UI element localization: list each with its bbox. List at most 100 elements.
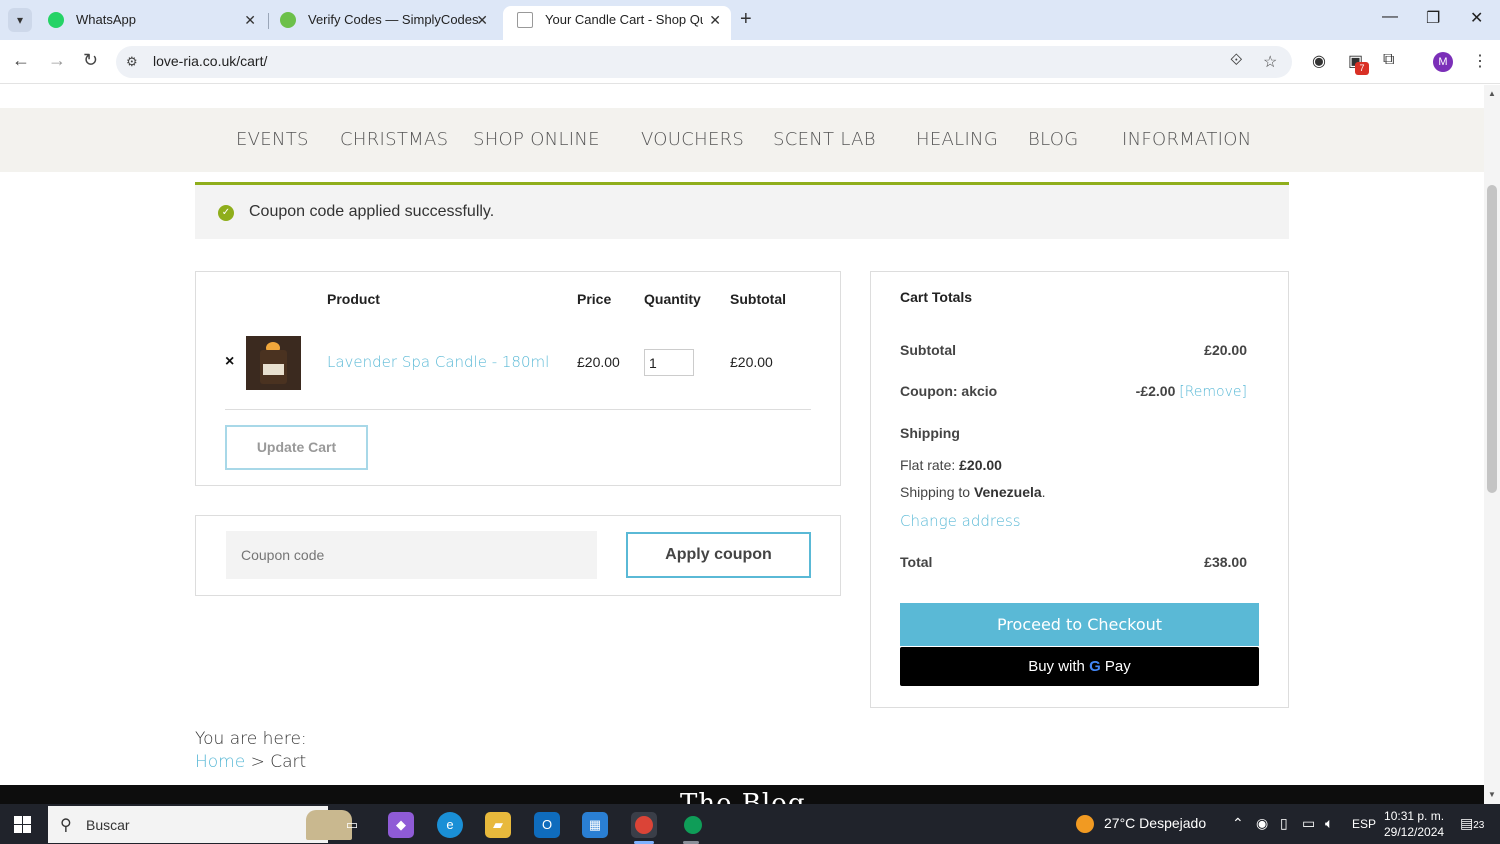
nav-vouchers[interactable]: VOUCHERS	[641, 129, 744, 150]
nav-scent-lab[interactable]: SCENT LAB	[773, 129, 876, 150]
chrome-profile-v-icon[interactable]	[680, 812, 706, 838]
windows-taskbar: ⚲ Buscar ▭ ◆ e ▰ O ▦ 27°C Despejado ⌃ ◉ …	[0, 804, 1500, 844]
update-cart-button[interactable]: Update Cart	[225, 425, 368, 470]
weather-widget[interactable]: 27°C Despejado	[1076, 815, 1207, 834]
task-view-icon[interactable]: ▭	[339, 812, 365, 838]
shipping-country: Venezuela	[973, 484, 1042, 500]
header-price: Price	[577, 291, 612, 307]
header-quantity: Quantity	[644, 291, 701, 307]
close-icon[interactable]: ✕	[476, 6, 488, 34]
close-icon[interactable]: ✕	[244, 6, 256, 34]
translate-icon[interactable]: ⟐	[1230, 52, 1243, 70]
apply-coupon-button[interactable]: Apply coupon	[626, 532, 811, 578]
scroll-thumb[interactable]	[1487, 185, 1497, 493]
coupon-code-input[interactable]	[226, 531, 597, 579]
nav-shop-online[interactable]: SHOP ONLINE	[473, 129, 600, 150]
nav-information[interactable]: INFORMATION	[1122, 129, 1252, 150]
breadcrumb: Home > Cart	[195, 752, 306, 772]
taskbar-search[interactable]: ⚲ Buscar	[48, 806, 352, 843]
google-g-icon: G	[1089, 658, 1101, 675]
edge-icon[interactable]: e	[437, 812, 463, 838]
tab-candle-cart[interactable]: Your Candle Cart - Shop Quality ✕	[503, 6, 731, 40]
bookmark-star-icon[interactable]: ☆	[1263, 52, 1277, 72]
menu-kebab-icon[interactable]: ⋮	[1472, 51, 1488, 71]
close-icon[interactable]: ✕	[709, 6, 721, 34]
clock-time: 10:31 p. m.	[1384, 809, 1445, 823]
notifications-icon[interactable]: ▤23	[1460, 815, 1484, 832]
item-price: £20.00	[577, 354, 620, 370]
outlook-icon[interactable]: O	[534, 812, 560, 838]
coupon-value-row: -£2.00 [Remove]	[1136, 383, 1247, 400]
address-bar[interactable]: ⚙ love-ria.co.uk/cart/ ⟐ ☆	[116, 46, 1292, 78]
blog-section-band: The Blog	[0, 785, 1484, 804]
shipping-to-suffix: .	[1041, 484, 1046, 500]
chevron-up-icon[interactable]: ⌃	[1232, 815, 1244, 832]
weather-text: 27°C Despejado	[1104, 815, 1207, 831]
tab-title: WhatsApp	[76, 12, 136, 27]
back-arrow-icon[interactable]: ←	[12, 50, 30, 71]
puzzle-icon[interactable]: ⧉	[1383, 51, 1394, 69]
site-settings-icon[interactable]: ⚙	[126, 54, 138, 70]
record-icon[interactable]: ◉	[1256, 815, 1268, 832]
tab-whatsapp[interactable]: WhatsApp ✕	[34, 6, 266, 40]
minimize-icon[interactable]: —	[1382, 8, 1398, 26]
scroll-down-icon[interactable]: ▼	[1488, 790, 1496, 799]
change-address-link[interactable]: Change address	[900, 512, 1021, 530]
breadcrumb-home-link[interactable]: Home	[195, 752, 245, 772]
page-scrollbar[interactable]: ▲ ▼	[1484, 85, 1500, 804]
forward-arrow-icon[interactable]: →	[48, 50, 66, 71]
browser-toolbar: ← → ↻ ⚙ love-ria.co.uk/cart/ ⟐ ☆ ◉ ▣ ⧉ ⋮	[0, 40, 1500, 84]
nav-blog[interactable]: BLOG	[1028, 129, 1079, 150]
simplycodes-icon	[280, 12, 296, 28]
flat-rate-text: Flat rate: £20.00	[900, 457, 1002, 473]
extension-icon[interactable]: ◉	[1312, 51, 1326, 71]
product-thumbnail[interactable]	[246, 336, 301, 390]
nav-christmas[interactable]: CHRISTMAS	[340, 129, 448, 150]
tab-search-dropdown[interactable]: ▾	[8, 8, 32, 32]
clock-date: 29/12/2024	[1384, 825, 1445, 839]
network-icon[interactable]: ▭	[1302, 815, 1315, 832]
device-icon[interactable]: ▯	[1280, 815, 1288, 832]
remove-coupon-link[interactable]: [Remove]	[1179, 384, 1247, 400]
candle-label	[263, 364, 284, 375]
nav-healing[interactable]: HEALING	[916, 129, 998, 150]
product-link[interactable]: Lavender Spa Candle - 180ml	[327, 353, 549, 371]
check-circle-icon: ✓	[218, 205, 234, 221]
header-product: Product	[327, 291, 380, 307]
volume-icon[interactable]: 🔈︎	[1325, 815, 1333, 832]
new-tab-icon[interactable]: +	[740, 8, 752, 31]
total-value: £38.00	[1204, 554, 1247, 570]
tab-simplycodes[interactable]: Verify Codes — SimplyCodes ✕	[266, 6, 498, 40]
quantity-input[interactable]	[644, 349, 694, 376]
proceed-to-checkout-button[interactable]: Proceed to Checkout	[900, 603, 1259, 646]
profile-avatar[interactable]: M	[1433, 52, 1453, 72]
file-explorer-icon[interactable]: ▰	[485, 812, 511, 838]
divider	[225, 409, 811, 410]
remove-item-icon[interactable]: ×	[225, 353, 234, 371]
blog-heading: The Blog	[680, 789, 806, 804]
url-text[interactable]: love-ria.co.uk/cart/	[153, 53, 267, 69]
restore-icon[interactable]: ❐	[1426, 8, 1440, 28]
subtotal-value: £20.00	[1204, 342, 1247, 358]
gpay-pay: Pay	[1104, 658, 1131, 675]
cart-totals: Cart Totals Subtotal £20.00 Coupon: akci…	[870, 271, 1289, 708]
chrome-profile-m-icon[interactable]	[631, 812, 657, 838]
nav-events[interactable]: EVENTS	[236, 129, 309, 150]
reload-icon[interactable]: ↻	[83, 50, 98, 71]
windows-start-icon[interactable]	[14, 816, 31, 833]
notifications-count: 23	[1473, 820, 1485, 831]
weather-sun-icon	[1076, 815, 1094, 834]
google-pay-button[interactable]: Buy with G Pay	[900, 647, 1259, 686]
shipping-destination: Shipping to Venezuela.	[900, 484, 1046, 500]
store-icon[interactable]: ▦	[582, 812, 608, 838]
gpay-prefix: Buy with	[1028, 658, 1085, 675]
header-subtotal: Subtotal	[730, 291, 786, 307]
whatsapp-icon	[48, 12, 64, 28]
search-icon: ⚲	[60, 817, 72, 834]
window-close-icon[interactable]: ✕	[1470, 8, 1483, 28]
scroll-up-icon[interactable]: ▲	[1488, 89, 1496, 98]
flat-rate-prefix: Flat rate:	[900, 457, 960, 473]
language-indicator[interactable]: ESP	[1352, 817, 1376, 831]
copilot-icon[interactable]: ◆	[388, 812, 414, 838]
system-clock[interactable]: 10:31 p. m. 29/12/2024	[1384, 808, 1444, 840]
